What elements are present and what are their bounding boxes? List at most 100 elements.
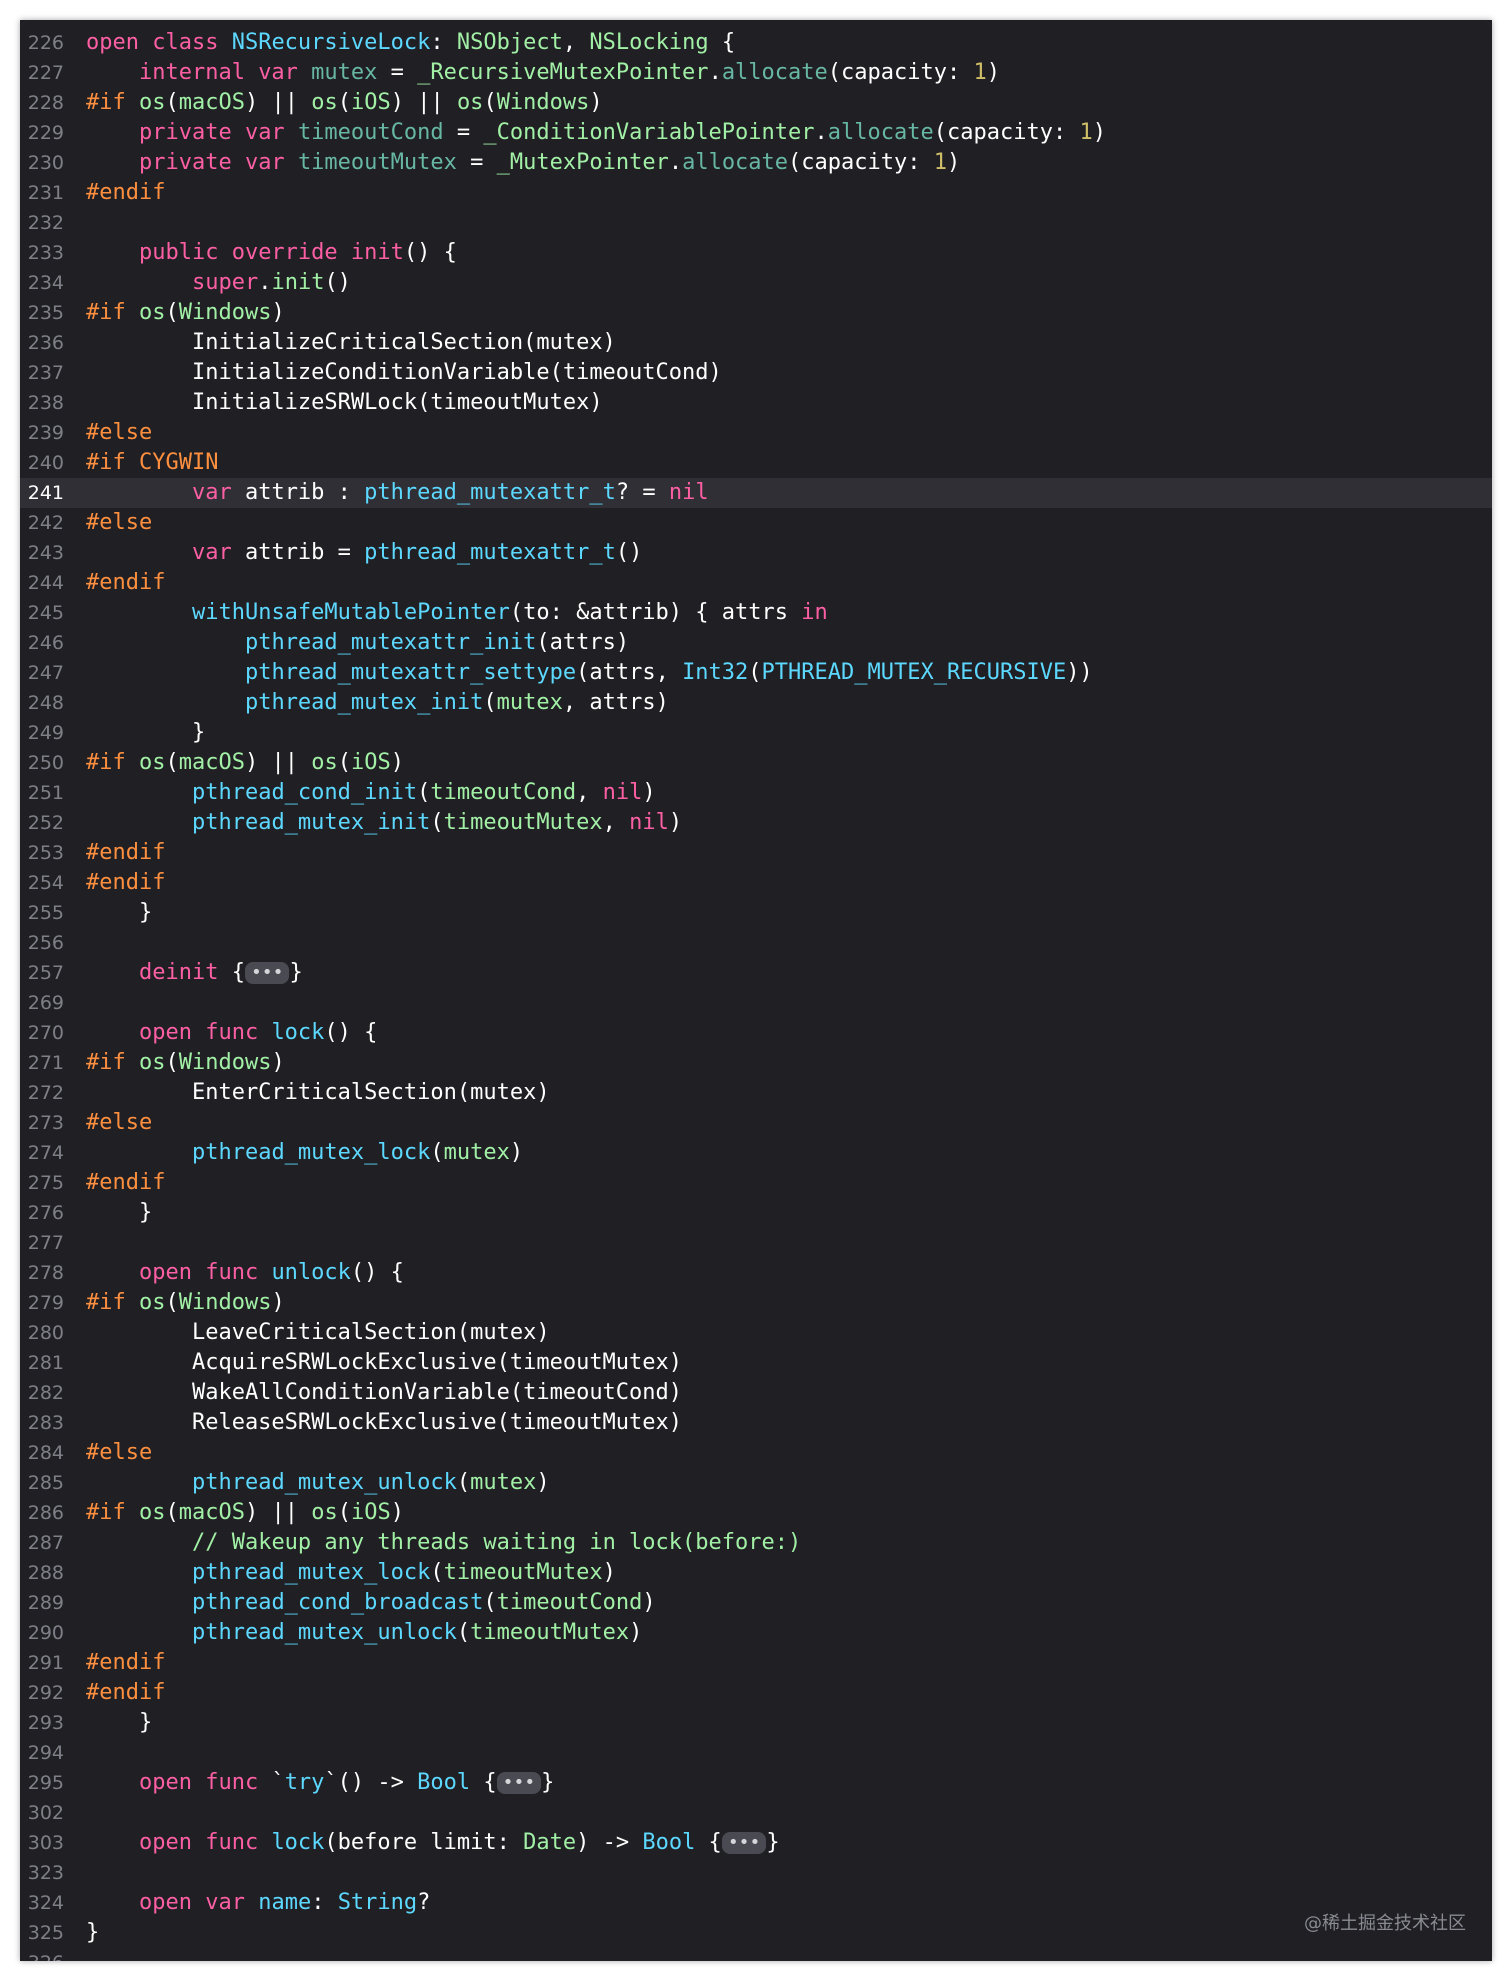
code-line[interactable]: 280 LeaveCriticalSection(mutex) <box>20 1318 1492 1348</box>
code-token: mutex <box>443 1140 510 1165</box>
code-line[interactable]: 323 <box>20 1858 1492 1888</box>
line-code: #if os(Windows) <box>86 1048 285 1078</box>
code-line[interactable]: 235 #if os(Windows) <box>20 298 1492 328</box>
code-line[interactable]: 228 #if os(macOS) || os(iOS) || os(Window… <box>20 88 1492 118</box>
code-line[interactable]: 257 deinit {•••} <box>20 958 1492 988</box>
code-token: ) <box>390 750 404 775</box>
code-line[interactable]: 292 #endif <box>20 1678 1492 1708</box>
code-line[interactable]: 253 #endif <box>20 838 1492 868</box>
code-line[interactable]: 246 pthread_mutexattr_init(attrs) <box>20 628 1492 658</box>
folded-code-ellipsis-icon[interactable]: ••• <box>721 1832 767 1854</box>
code-line[interactable]: 276 } <box>20 1198 1492 1228</box>
code-line[interactable]: 293 } <box>20 1708 1492 1738</box>
code-line[interactable]: 270 open func lock() { <box>20 1018 1492 1048</box>
code-line[interactable]: 256 <box>20 928 1492 958</box>
code-line[interactable]: 239 #else <box>20 418 1492 448</box>
code-line[interactable]: 272 EnterCriticalSection(mutex) <box>20 1078 1492 1108</box>
code-line[interactable]: 289 pthread_cond_broadcast(timeoutCond) <box>20 1588 1492 1618</box>
code-token: ) <box>947 150 961 175</box>
code-line[interactable]: 274 pthread_mutex_lock(mutex) <box>20 1138 1492 1168</box>
line-number: 243 <box>27 542 64 564</box>
code-token: { <box>695 1830 722 1855</box>
code-line[interactable]: 233 public override init() { <box>20 238 1492 268</box>
line-number: 246 <box>27 632 64 654</box>
code-token: ( <box>430 810 444 835</box>
code-line[interactable]: 303 open func lock(before limit: Date) -… <box>20 1828 1492 1858</box>
code-line[interactable]: 227 internal var mutex = _RecursiveMutex… <box>20 58 1492 88</box>
code-line[interactable]: 286 #if os(macOS) || os(iOS) <box>20 1498 1492 1528</box>
code-line[interactable]: 287 // Wakeup any threads waiting in loc… <box>20 1528 1492 1558</box>
code-line[interactable]: 283 ReleaseSRWLockExclusive(timeoutMutex… <box>20 1408 1492 1438</box>
code-line[interactable]: 230 private var timeoutMutex = _MutexPoi… <box>20 148 1492 178</box>
code-line[interactable]: 302 <box>20 1798 1492 1828</box>
code-token: #if <box>86 1500 139 1525</box>
code-line[interactable]: 250 #if os(macOS) || os(iOS) <box>20 748 1492 778</box>
code-token: os <box>311 750 338 775</box>
code-token: os <box>138 1500 166 1525</box>
line-number: 235 <box>27 302 64 324</box>
code-line[interactable]: 237 InitializeConditionVariable(timeoutC… <box>20 358 1492 388</box>
code-line[interactable]: 288 pthread_mutex_lock(timeoutMutex) <box>20 1558 1492 1588</box>
code-line[interactable]: 255 } <box>20 898 1492 928</box>
line-number: 291 <box>27 1652 64 1674</box>
code-token: 1 <box>933 150 947 175</box>
code-line[interactable]: 247 pthread_mutexattr_settype(attrs, Int… <box>20 658 1492 688</box>
line-number: 240 <box>27 452 64 474</box>
code-line[interactable]: 241 var attrib : pthread_mutexattr_t? = … <box>20 478 1492 508</box>
code-line[interactable]: 234 super.init() <box>20 268 1492 298</box>
code-line[interactable]: 254 #endif <box>20 868 1492 898</box>
code-line[interactable]: 252 pthread_mutex_init(timeoutMutex, nil… <box>20 808 1492 838</box>
line-number: 290 <box>27 1622 64 1644</box>
code-line[interactable]: 251 pthread_cond_init(timeoutCond, nil) <box>20 778 1492 808</box>
code-line[interactable]: 231 #endif <box>20 178 1492 208</box>
code-line[interactable]: 291 #endif <box>20 1648 1492 1678</box>
code-line[interactable]: 290 pthread_mutex_unlock(timeoutMutex) <box>20 1618 1492 1648</box>
code-line[interactable]: 229 private var timeoutCond = _Condition… <box>20 118 1492 148</box>
code-line[interactable]: 285 pthread_mutex_unlock(mutex) <box>20 1468 1492 1498</box>
code-line[interactable]: 244 #endif <box>20 568 1492 598</box>
code-line[interactable]: 236 InitializeCriticalSection(mutex) <box>20 328 1492 358</box>
code-token: Bool <box>642 1830 696 1855</box>
code-token: nil <box>668 480 709 505</box>
code-line[interactable]: 243 var attrib = pthread_mutexattr_t() <box>20 538 1492 568</box>
line-code: private var timeoutCond = _ConditionVari… <box>86 118 1106 148</box>
code-line[interactable]: 242 #else <box>20 508 1492 538</box>
code-token: ( <box>483 690 497 715</box>
line-code: pthread_mutex_lock(mutex) <box>86 1138 523 1168</box>
line-number: 279 <box>27 1292 64 1314</box>
code-line[interactable]: 281 AcquireSRWLockExclusive(timeoutMutex… <box>20 1348 1492 1378</box>
line-number: 227 <box>27 62 64 84</box>
code-line[interactable]: 248 pthread_mutex_init(mutex, attrs) <box>20 688 1492 718</box>
code-line[interactable]: 232 <box>20 208 1492 238</box>
code-line[interactable]: 238 InitializeSRWLock(timeoutMutex) <box>20 388 1492 418</box>
code-line[interactable]: 284 #else <box>20 1438 1492 1468</box>
line-code: #if os(Windows) <box>86 298 285 328</box>
code-token: open class <box>86 30 232 55</box>
code-editor[interactable]: 226 open class NSRecursiveLock: NSObject,… <box>20 20 1492 1961</box>
code-token: deinit <box>138 960 219 985</box>
code-line[interactable]: 325} <box>20 1918 1492 1948</box>
code-line[interactable]: 294 <box>20 1738 1492 1768</box>
code-line[interactable]: 279 #if os(Windows) <box>20 1288 1492 1318</box>
code-line[interactable]: 273 #else <box>20 1108 1492 1138</box>
folded-code-ellipsis-icon[interactable]: ••• <box>244 962 290 984</box>
code-line[interactable]: 282 WakeAllConditionVariable(timeoutCond… <box>20 1378 1492 1408</box>
code-token: () { <box>350 1260 404 1285</box>
line-code: AcquireSRWLockExclusive(timeoutMutex) <box>86 1348 682 1378</box>
folded-code-ellipsis-icon[interactable]: ••• <box>496 1772 542 1794</box>
code-line[interactable]: 271 #if os(Windows) <box>20 1048 1492 1078</box>
code-line[interactable]: 278 open func unlock() { <box>20 1258 1492 1288</box>
code-line[interactable]: 240 #if CYGWIN <box>20 448 1492 478</box>
code-line[interactable]: 269 <box>20 988 1492 1018</box>
code-line[interactable]: 275 #endif <box>20 1168 1492 1198</box>
code-line[interactable]: 245 withUnsafeMutablePointer(to: &attrib… <box>20 598 1492 628</box>
code-line[interactable]: 295 open func `try`() -> Bool {•••} <box>20 1768 1492 1798</box>
code-line[interactable]: 249 } <box>20 718 1492 748</box>
line-code: #endif <box>86 1168 165 1198</box>
code-line[interactable]: 324 open var name: String? <box>20 1888 1492 1918</box>
code-line[interactable]: 326 <box>20 1948 1492 1961</box>
code-line[interactable]: 277 <box>20 1228 1492 1258</box>
code-line[interactable]: 226 open class NSRecursiveLock: NSObject,… <box>20 28 1492 58</box>
